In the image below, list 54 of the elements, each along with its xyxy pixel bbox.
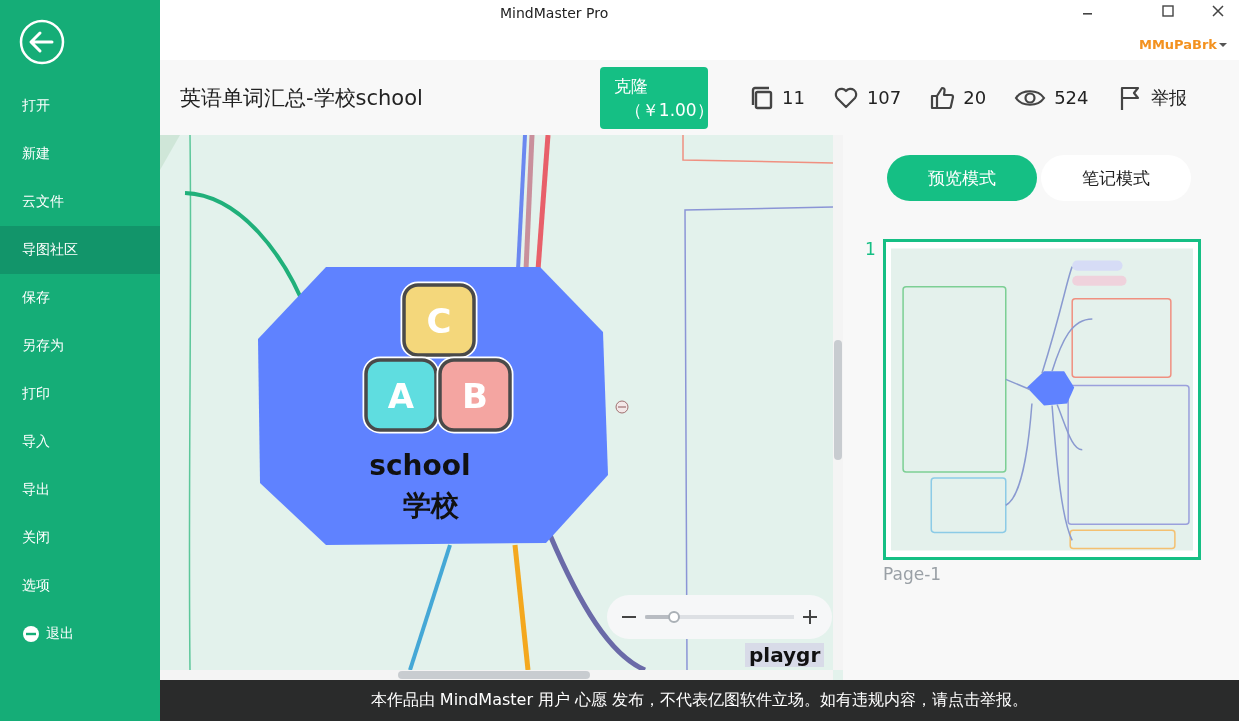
minus-circle-icon [22,625,40,643]
vertical-scrollbar[interactable] [833,135,843,670]
sidebar-label: 导入 [22,433,50,451]
clone-button[interactable]: 克隆 （￥1.00） [600,66,708,129]
sidebar-label: 云文件 [22,193,64,211]
letter-block: A [362,356,440,434]
stat-value: 524 [1054,87,1089,108]
topic-text: school [369,449,471,482]
sidebar-label: 导图社区 [22,241,78,259]
sidebar-item[interactable]: 保存 [0,274,160,322]
sidebar-label: 新建 [22,145,50,163]
close-icon[interactable] [1211,4,1225,18]
back-icon[interactable] [19,19,65,65]
sidebar-label: 关闭 [22,529,50,547]
sidebar-item[interactable]: 打印 [0,370,160,418]
window-title: MindMaster Pro [500,5,609,21]
mode-tab[interactable]: 预览模式 [887,155,1037,201]
sidebar-item[interactable]: 云文件 [0,178,160,226]
stat-value[interactable]: 举报 [1150,85,1187,110]
document-title: 英语单词汇总-学校school [180,84,424,112]
letter-block: B [436,356,514,434]
sidebar-item[interactable]: 打开 [0,82,160,130]
sidebar-label: 另存为 [22,337,64,355]
user-name[interactable]: MMuPaBrk [1138,37,1217,52]
sidebar-label: 保存 [22,289,50,307]
stat-value: 20 [963,87,987,108]
sidebar-item[interactable]: 导出 [0,466,160,514]
sidebar-item[interactable]: 退出 [0,610,160,658]
stat-value: 11 [782,87,805,108]
sidebar-label: 打开 [22,97,50,115]
letter-block: C [400,281,478,359]
sidebar-item[interactable]: 导入 [0,418,160,466]
caret-icon[interactable] [1219,41,1227,48]
topic-text: playgr [745,643,825,667]
thumbs-up-icon [929,84,956,111]
stat-value: 107 [866,87,902,108]
sidebar-item[interactable]: 关闭 [0,514,160,562]
footer-notice: 本作品由 MindMaster 用户 心愿 发布，不代表亿图软件立场。如有违规内容，请点击举报。 [370,690,1029,711]
slider-thumb[interactable] [667,611,680,623]
horizontal-scrollbar[interactable] [160,670,833,680]
sidebar-item[interactable]: 另存为 [0,322,160,370]
sidebar-label: 选项 [22,577,50,595]
page-label: Page-1 [883,564,943,584]
topic-text: 学校 [403,489,459,522]
sidebar-item[interactable]: 新建 [0,130,160,178]
sidebar-label: 退出 [46,625,74,643]
zoom-in-icon[interactable] [802,609,818,625]
sidebar-label: 打印 [22,385,50,403]
maximize-icon[interactable] [1161,4,1175,18]
page-number: 1 [865,239,875,261]
sidebar-label: 导出 [22,481,50,499]
mode-tab[interactable]: 笔记模式 [1041,155,1191,201]
sidebar-item[interactable]: 选项 [0,562,160,610]
sidebar-item[interactable]: 导图社区 [0,226,160,274]
